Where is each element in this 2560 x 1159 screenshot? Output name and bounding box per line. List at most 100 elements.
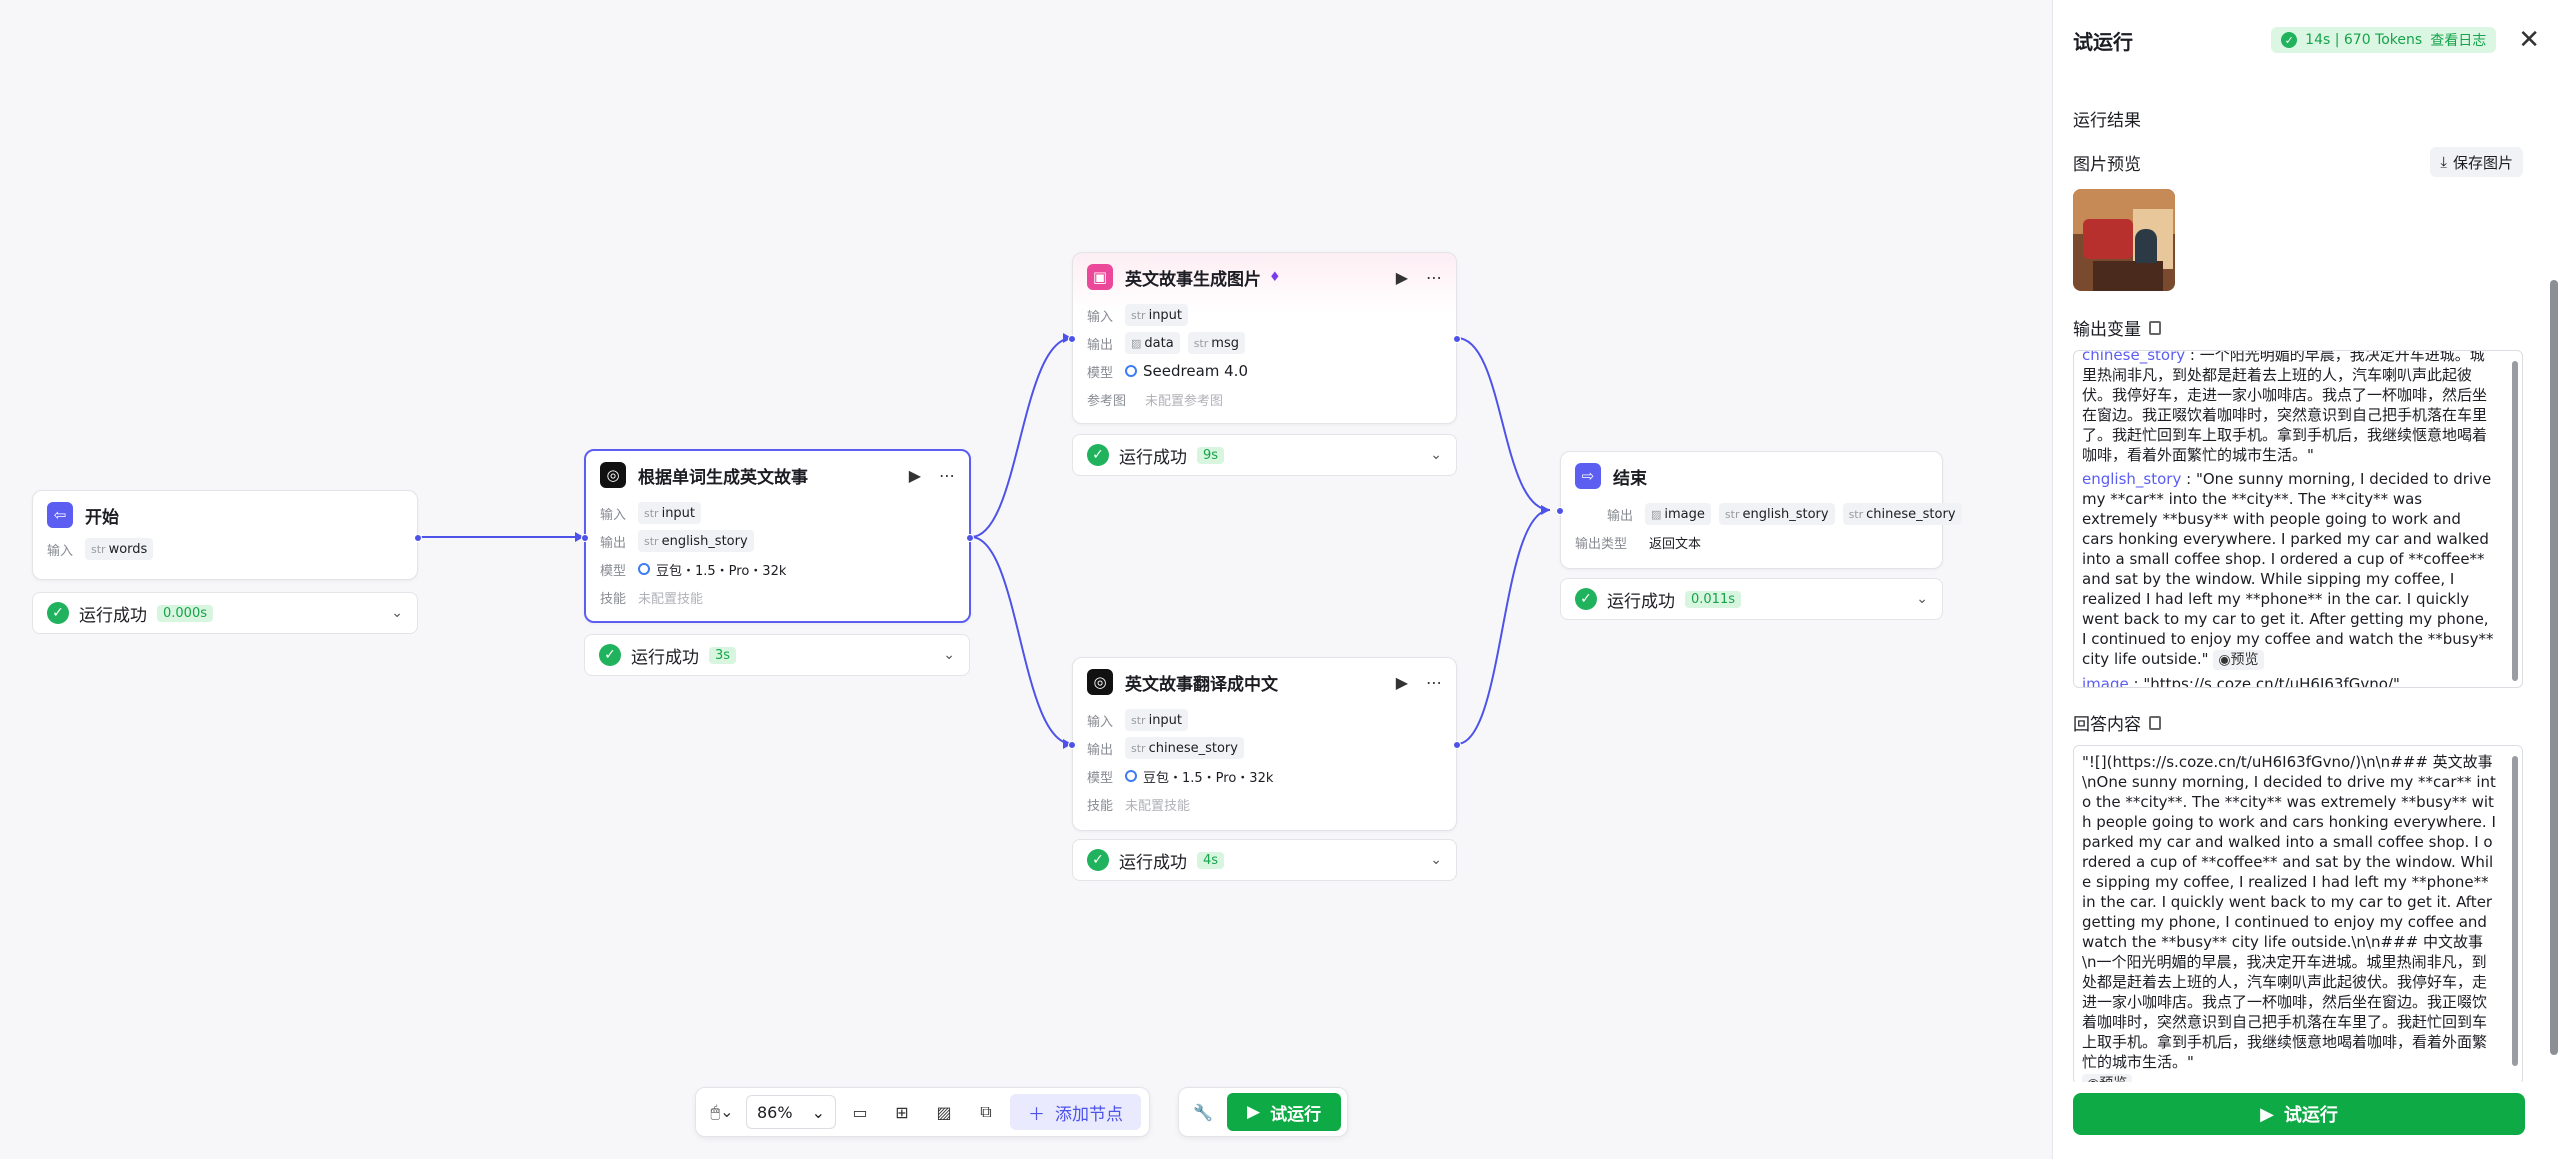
- doubao-model-icon: [1125, 770, 1137, 782]
- scrollbar[interactable]: [2512, 756, 2518, 1066]
- node-image-status[interactable]: ✓ 运行成功 9s ⌄: [1072, 434, 1457, 476]
- var-name: english_story: [1742, 506, 1829, 522]
- var-key-chinese: chinese_story: [2082, 350, 2186, 364]
- node-story[interactable]: ◎ 根据单词生成英文故事 ▶ ⋯ 输入 str input 输出 str engli…: [581, 449, 974, 623]
- fit-view-icon[interactable]: ⧉: [968, 1094, 1004, 1130]
- skill-value: 未配置技能: [1125, 798, 1191, 814]
- skill-label: 技能: [600, 591, 627, 607]
- node-start[interactable]: ⇦ 开始 输入 str words: [32, 490, 422, 580]
- workflow-canvas[interactable]: ⇦ 开始 输入 str words ✓ 运行成功 0.000s ⌄ ◎ 根据单词生…: [0, 0, 2052, 1159]
- save-image-button[interactable]: ⤓ 保存图片: [2430, 147, 2523, 177]
- node-story-status[interactable]: ✓ 运行成功 3s ⌄: [584, 634, 970, 676]
- node-translate-status[interactable]: ✓ 运行成功 4s ⌄: [1072, 839, 1457, 881]
- image-gen-node-icon: ▣: [1087, 264, 1113, 290]
- success-check-icon: ✓: [47, 602, 69, 624]
- chevron-down-icon[interactable]: ⌄: [1430, 852, 1442, 868]
- skill-value: 未配置技能: [638, 591, 704, 607]
- output-vars-box[interactable]: chinese_story : 一个阳光明媚的早晨，我决定开车进城。城里热闹非凡…: [2073, 350, 2523, 688]
- edge-story-translate: [970, 536, 1073, 745]
- chevron-down-icon[interactable]: ⌄: [943, 647, 955, 663]
- skill-label: 技能: [1087, 798, 1114, 814]
- edge-arrow: [1541, 505, 1550, 515]
- node-translate[interactable]: ◎ 英文故事翻译成中文 ▶ ⋯ 输入 str input 输出 str chines…: [1068, 657, 1461, 831]
- output-type-label: 输出类型: [1575, 536, 1628, 552]
- output-vars-header: 输出变量: [2073, 315, 2523, 340]
- node-end-status[interactable]: ✓ 运行成功 0.011s ⌄: [1560, 578, 1943, 620]
- output-label: 输出: [1607, 508, 1634, 524]
- type-label: str: [91, 542, 106, 556]
- close-icon[interactable]: ✕: [2518, 25, 2540, 55]
- end-node-icon: ⇨: [1575, 463, 1601, 489]
- more-icon[interactable]: ⋯: [1426, 268, 1442, 287]
- preview-label: 预览: [2099, 1074, 2127, 1082]
- doubao-model-icon: [638, 563, 650, 575]
- chevron-down-icon[interactable]: ⌄: [391, 605, 403, 621]
- answer-box[interactable]: "![](https://s.coze.cn/t/uH6I63fGvno/)\n…: [2073, 745, 2523, 1082]
- run-label: 试运行: [1270, 1104, 1322, 1125]
- type-label: str: [644, 506, 659, 520]
- chevron-down-icon[interactable]: ⌄: [1430, 447, 1442, 463]
- copy-icon[interactable]: [2149, 320, 2161, 335]
- zoom-select[interactable]: 86% ⌄: [746, 1095, 836, 1129]
- input-port[interactable]: [1556, 507, 1564, 515]
- input-port[interactable]: [1068, 741, 1076, 749]
- add-node-button[interactable]: ＋ 添加节点: [1010, 1094, 1141, 1130]
- edge-translate-end: [1456, 509, 1551, 745]
- play-icon[interactable]: ▶: [1396, 268, 1408, 287]
- edge-image-end: [1456, 337, 1551, 511]
- layout-icon[interactable]: ⊞: [884, 1094, 920, 1130]
- status-time: 4s: [1197, 851, 1225, 869]
- status-time: 3s: [709, 646, 737, 664]
- mouse-mode-icon[interactable]: 🖱⌄: [704, 1094, 740, 1130]
- output-tag: str chinese_story: [1125, 737, 1244, 759]
- answer-title: 回答内容: [2073, 715, 2141, 735]
- generated-image-thumbnail[interactable]: [2073, 189, 2175, 291]
- copy-icon[interactable]: [2149, 715, 2161, 730]
- play-icon[interactable]: ▶: [1396, 673, 1408, 692]
- panel-body[interactable]: 运行结果 图片预览 ⤓ 保存图片 输出变量 chinese_story : 一个阳…: [2053, 80, 2543, 1082]
- node-start-status[interactable]: ✓ 运行成功 0.000s ⌄: [32, 592, 418, 634]
- end-output-chinese: str chinese_story: [1842, 503, 1962, 525]
- minimap-icon[interactable]: ▨: [926, 1094, 962, 1130]
- wrench-icon[interactable]: 🔧: [1185, 1094, 1221, 1130]
- play-icon[interactable]: ▶: [909, 466, 921, 485]
- plus-icon: ＋: [1028, 1104, 1045, 1125]
- scrollbar[interactable]: [2512, 361, 2518, 681]
- var-name: words: [108, 541, 148, 557]
- output-port[interactable]: [414, 534, 422, 542]
- var-name: chinese_story: [1866, 506, 1956, 522]
- ref-value: 未配置参考图: [1145, 393, 1224, 409]
- input-port[interactable]: [581, 534, 589, 542]
- panel-run-button[interactable]: ▶ 试运行: [2073, 1093, 2525, 1135]
- output-tag: str english_story: [638, 530, 754, 552]
- node-start-title: 开始: [85, 507, 119, 528]
- output-port[interactable]: [1453, 335, 1461, 343]
- status-time: 0.011s: [1685, 590, 1741, 608]
- output-port[interactable]: [966, 534, 974, 542]
- image-preview-title: 图片预览: [2073, 154, 2141, 175]
- output-port[interactable]: [1453, 741, 1461, 749]
- preview-button[interactable]: ◉预览: [2213, 650, 2264, 670]
- output-label: 输出: [1087, 742, 1114, 758]
- llm-node-icon: ◎: [600, 462, 626, 488]
- more-icon[interactable]: ⋯: [939, 466, 955, 485]
- comment-icon[interactable]: ▭: [842, 1094, 878, 1130]
- preview-button[interactable]: ◉预览: [2082, 1074, 2133, 1082]
- eye-icon: ◉: [2087, 1074, 2099, 1082]
- more-icon[interactable]: ⋯: [1426, 673, 1442, 692]
- var-value-image: "https://s.coze.cn/t/uH6I63fGvno/": [2143, 675, 2400, 688]
- model-label: 模型: [1087, 365, 1114, 381]
- input-label: 输入: [600, 507, 627, 523]
- model-name: 豆包・1.5・Pro・32k: [656, 563, 787, 579]
- node-image[interactable]: ▣ 英文故事生成图片 ♦ ▶ ⋯ 输入 str input 输出 ▨ data st…: [1068, 252, 1461, 424]
- chevron-down-icon[interactable]: ⌄: [1916, 591, 1928, 607]
- ref-label: 参考图: [1087, 393, 1127, 409]
- view-log-link[interactable]: 查看日志: [2430, 30, 2486, 50]
- canvas-run-button[interactable]: ▶ 试运行: [1227, 1093, 1342, 1131]
- var-key-image: image: [2082, 675, 2129, 688]
- var-name: input: [1148, 712, 1183, 728]
- panel-scrollbar[interactable]: [2550, 280, 2558, 1055]
- node-end[interactable]: ⇨ 结束 输出 ▨ image str english_story str chine…: [1556, 451, 1962, 569]
- var-name: input: [1148, 307, 1183, 323]
- input-port[interactable]: [1068, 335, 1076, 343]
